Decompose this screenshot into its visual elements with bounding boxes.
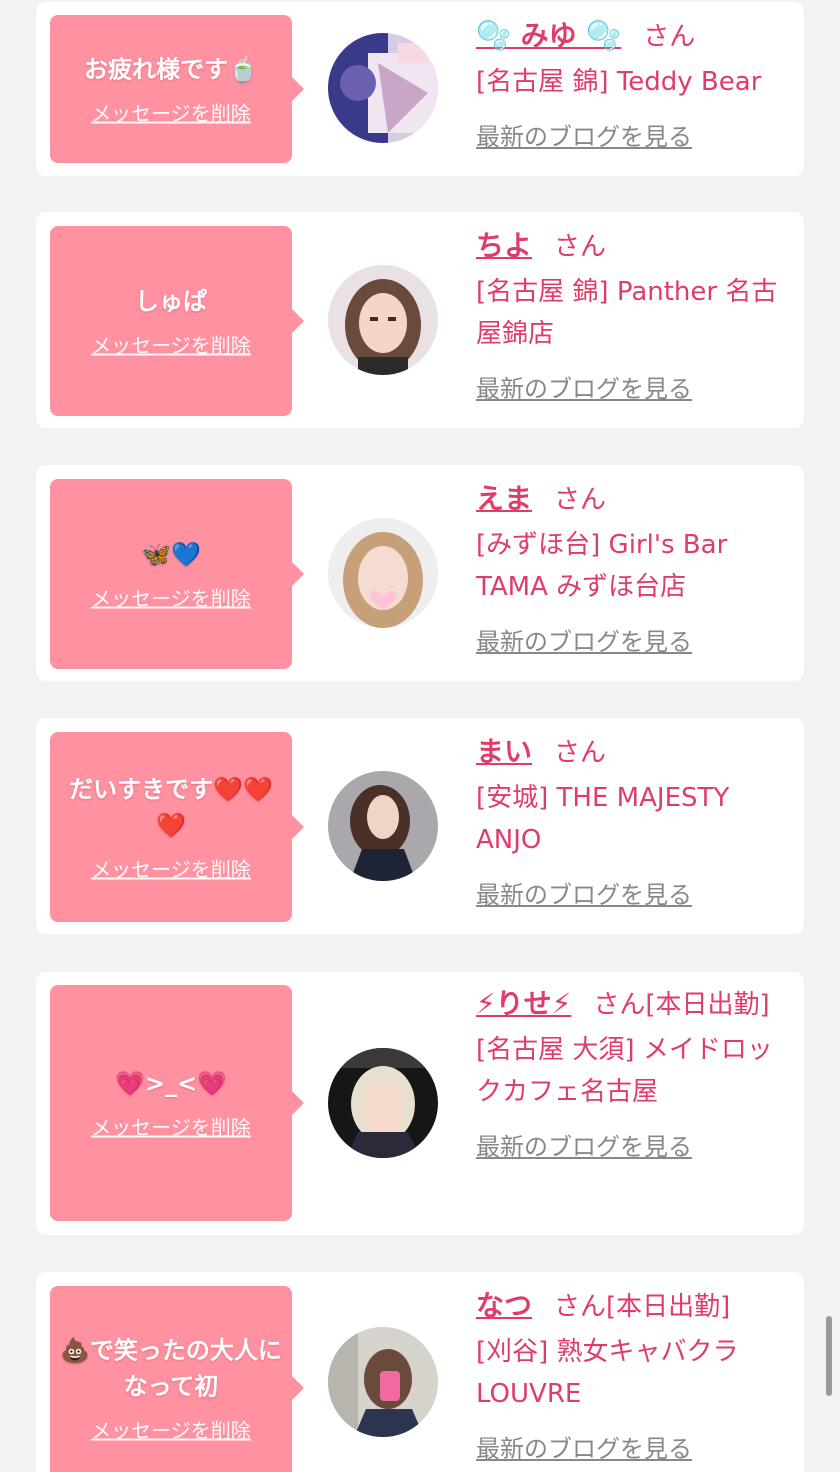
list-item: 💗>_<💗 メッセージを削除 ⚡りせ⚡ さん[本日出勤] [名古屋 大須] メイド…	[36, 972, 804, 1235]
honorific: さん[本日出勤]	[554, 1292, 731, 1322]
shop-name: [刈谷] 熟女キャバクラ LOUVRE	[476, 1337, 739, 1409]
latest-blog-link[interactable]: 最新のブログを見る	[476, 875, 692, 910]
girl-info: 🫧 みゆ 🫧 さん [名古屋 錦] Teddy Bear 最新のブログを見る	[476, 16, 796, 152]
girl-info: まい さん [安城] THE MAJESTY ANJO 最新のブログを見る	[476, 732, 796, 910]
message-bubble: 💗>_<💗 メッセージを削除	[50, 985, 304, 1221]
message-bubble: 🦋💙 メッセージを削除	[50, 479, 304, 669]
latest-blog-link[interactable]: 最新のブログを見る	[476, 369, 692, 404]
delete-message-link[interactable]: メッセージを削除	[91, 1112, 251, 1141]
delete-message-link[interactable]: メッセージを削除	[91, 1415, 251, 1444]
girl-name-link[interactable]: ⚡りせ⚡	[476, 987, 571, 1020]
shop-name: [みずほ台] Girl's Bar TAMA みずほ台店	[476, 530, 728, 602]
girl-info: ちよ さん [名古屋 錦] Panther 名古屋錦店 最新のブログを見る	[476, 226, 796, 404]
message-text: しゅぱ	[135, 287, 207, 316]
delete-message-link[interactable]: メッセージを削除	[91, 583, 251, 612]
message-bubble: だいすきです❤️❤️❤️ メッセージを削除	[50, 732, 304, 922]
list-item: 🦋💙 メッセージを削除 えま さん [みずほ台] Girl's Bar TAMA …	[36, 465, 804, 681]
list-item: しゅぱ メッセージを削除 ちよ さん [名古屋 錦] Panther 名古屋錦店 …	[36, 212, 804, 428]
avatar[interactable]	[328, 518, 438, 628]
honorific: さん	[554, 738, 607, 768]
avatar[interactable]	[328, 1048, 438, 1158]
list-item: 💩で笑ったの大人になって初 メッセージを削除 なつ さん[本日出勤] [刈谷] 熟…	[36, 1272, 804, 1472]
latest-blog-link[interactable]: 最新のブログを見る	[476, 622, 692, 657]
message-text: お疲れ様です🍵	[84, 55, 258, 84]
girl-name-link[interactable]: まい	[476, 735, 532, 768]
message-bubble: お疲れ様です🍵 メッセージを削除	[50, 15, 304, 163]
delete-message-link[interactable]: メッセージを削除	[91, 854, 251, 883]
honorific: さん	[554, 232, 607, 262]
latest-blog-link[interactable]: 最新のブログを見る	[476, 1429, 692, 1464]
message-list-page: お疲れ様です🍵 メッセージを削除 🫧 みゆ 🫧 さん [名古屋 錦] Teddy …	[0, 0, 840, 1472]
shop-name: [安城] THE MAJESTY ANJO	[476, 783, 730, 855]
girl-info: なつ さん[本日出勤] [刈谷] 熟女キャバクラ LOUVRE 最新のブログを見る	[476, 1286, 796, 1464]
shop-name: [名古屋 錦] Panther 名古屋錦店	[476, 277, 778, 349]
girl-info: ⚡りせ⚡ さん[本日出勤] [名古屋 大須] メイドロックカフェ名古屋 最新のブロ…	[476, 984, 796, 1162]
girl-info: えま さん [みずほ台] Girl's Bar TAMA みずほ台店 最新のブログ…	[476, 479, 796, 657]
girl-name-link[interactable]: なつ	[476, 1289, 532, 1322]
avatar[interactable]	[328, 265, 438, 375]
list-item: お疲れ様です🍵 メッセージを削除 🫧 みゆ 🫧 さん [名古屋 錦] Teddy …	[36, 2, 804, 176]
message-text: 💗>_<💗	[115, 1069, 227, 1098]
message-text: だいすきです❤️❤️❤️	[69, 775, 273, 840]
message-bubble: しゅぱ メッセージを削除	[50, 226, 304, 416]
girl-name-link[interactable]: ちよ	[476, 229, 532, 262]
avatar[interactable]	[328, 1327, 438, 1437]
message-bubble: 💩で笑ったの大人になって初 メッセージを削除	[50, 1286, 304, 1472]
message-text: 🦋💙	[141, 540, 201, 569]
avatar[interactable]	[328, 771, 438, 881]
list-item: だいすきです❤️❤️❤️ メッセージを削除 まい さん [安城] THE MAJE…	[36, 718, 804, 934]
latest-blog-link[interactable]: 最新のブログを見る	[476, 117, 692, 152]
scrollbar[interactable]	[826, 1316, 832, 1396]
honorific: さん	[554, 485, 607, 515]
honorific: さん[本日出勤]	[593, 990, 770, 1020]
shop-name: [名古屋 錦] Teddy Bear	[476, 67, 762, 97]
shop-name: [名古屋 大須] メイドロックカフェ名古屋	[476, 1035, 773, 1107]
latest-blog-link[interactable]: 最新のブログを見る	[476, 1127, 692, 1162]
avatar[interactable]	[328, 33, 438, 143]
honorific: さん	[643, 22, 696, 52]
girl-name-link[interactable]: えま	[476, 482, 532, 515]
delete-message-link[interactable]: メッセージを削除	[91, 98, 251, 127]
delete-message-link[interactable]: メッセージを削除	[91, 330, 251, 359]
message-text: 💩で笑ったの大人になって初	[60, 1336, 282, 1401]
girl-name-link[interactable]: 🫧 みゆ 🫧	[476, 19, 621, 52]
